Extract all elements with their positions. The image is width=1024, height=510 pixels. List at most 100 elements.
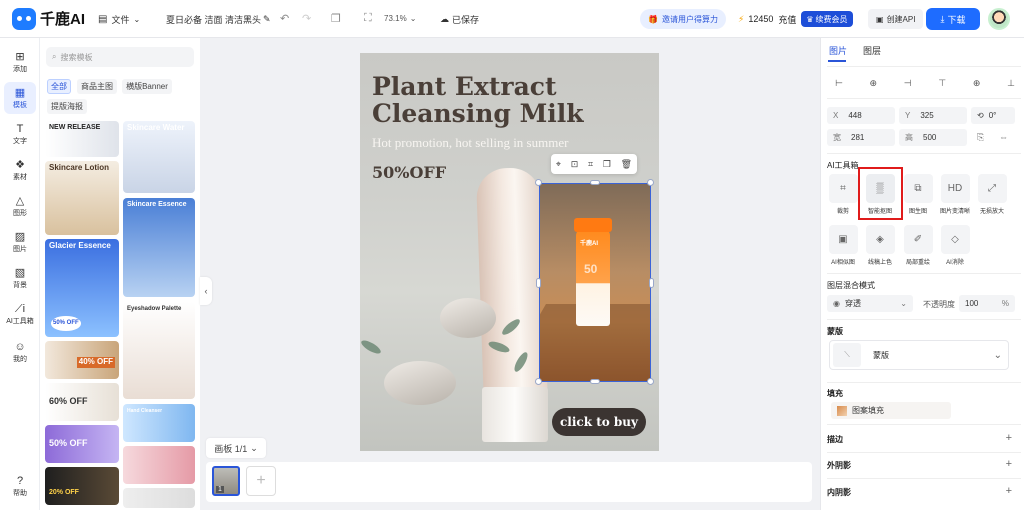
resize-handle-se[interactable] bbox=[647, 378, 654, 385]
tool-erase[interactable]: ◇ AI消除 bbox=[936, 225, 974, 266]
template-search[interactable]: ⌕ 搜索模板 bbox=[46, 47, 194, 67]
discount-text[interactable]: 50%OFF bbox=[372, 163, 446, 182]
chip-poster[interactable]: 提版海报 bbox=[47, 99, 87, 114]
align-left-icon[interactable]: ⊢ bbox=[835, 78, 843, 89]
resize-handle-nw[interactable] bbox=[535, 179, 542, 186]
tool-similar[interactable]: ▣ AI相似图 bbox=[824, 225, 862, 266]
nav-templates[interactable]: ▦ 模板 bbox=[4, 82, 36, 114]
selected-image[interactable]: 千鹿AI 50 bbox=[539, 183, 651, 382]
nav-help[interactable]: ? 帮助 bbox=[4, 470, 36, 502]
avatar[interactable] bbox=[988, 8, 1010, 30]
inner-shadow-title[interactable]: 内阴影 bbox=[827, 487, 851, 498]
zoom-control[interactable]: 73.1% ⌄ bbox=[384, 14, 416, 23]
resize-handle-w[interactable] bbox=[536, 278, 541, 288]
template-card[interactable]: 50% OFF bbox=[45, 425, 119, 463]
copy-icon[interactable]: ❐ bbox=[331, 12, 341, 25]
vip-button[interactable]: ♛ 续费会员 bbox=[801, 11, 853, 27]
crop-icon[interactable]: ⌗ bbox=[588, 159, 593, 170]
chip-product[interactable]: 商品主图 bbox=[77, 79, 117, 94]
add-page-button[interactable]: + bbox=[246, 466, 276, 496]
y-field[interactable]: Y 325 bbox=[899, 107, 967, 124]
divider bbox=[827, 153, 1021, 154]
mask-select[interactable]: ⟍ 蒙版 ⌄ bbox=[829, 340, 1009, 370]
tool-enhance[interactable]: HD 图片变清晰 bbox=[936, 174, 974, 215]
resize-handle-e[interactable] bbox=[649, 278, 654, 288]
template-card[interactable]: Skincare Water bbox=[123, 121, 195, 193]
tool-inpaint[interactable]: ✐ 局部重绘 bbox=[899, 225, 937, 266]
align-middle-v-icon[interactable]: ⊕ bbox=[973, 78, 981, 89]
add-inner-shadow-plus-icon[interactable]: + bbox=[1006, 485, 1012, 497]
redo-icon[interactable]: ↷ bbox=[302, 12, 311, 25]
nav-ai-toolbox[interactable]: ⟋i AI工具箱 bbox=[4, 298, 36, 330]
nav-background[interactable]: ▧ 背景 bbox=[4, 262, 36, 294]
trash-icon[interactable]: 🗑 bbox=[621, 159, 632, 170]
cta-button[interactable]: click to buy bbox=[552, 408, 646, 436]
lock-ratio-icon[interactable]: ⎘ bbox=[977, 132, 984, 143]
align-right-icon[interactable]: ⊣ bbox=[904, 78, 912, 89]
undo-icon[interactable]: ↶ bbox=[280, 12, 289, 25]
tool-crop[interactable]: ⌗ 裁剪 bbox=[824, 174, 862, 215]
doc-title[interactable]: 夏日必备 洁面 清洁黑头 ✎ bbox=[166, 13, 271, 26]
scan-icon[interactable]: ⊡ bbox=[571, 159, 579, 170]
product-tube[interactable] bbox=[475, 166, 549, 415]
headline[interactable]: Plant Extract Cleansing Milk bbox=[372, 73, 584, 127]
template-card[interactable]: 40% OFF bbox=[45, 341, 119, 379]
template-card[interactable] bbox=[123, 488, 195, 508]
template-card[interactable]: NEW RELEASE bbox=[45, 121, 119, 157]
collapse-panel-button[interactable]: ‹ bbox=[200, 277, 212, 305]
logo[interactable]: 千鹿AI bbox=[12, 7, 85, 30]
nav-shapes[interactable]: △ 图形 bbox=[4, 190, 36, 222]
nav-text[interactable]: T 文字 bbox=[4, 118, 36, 150]
template-card[interactable]: Eyeshadow Palette bbox=[123, 302, 195, 399]
tool-image-to-image[interactable]: ⧉ 图生图 bbox=[899, 174, 937, 215]
nav-mine[interactable]: ☺ 我的 bbox=[4, 336, 36, 368]
x-field[interactable]: X 448 bbox=[827, 107, 895, 124]
resize-handle-s[interactable] bbox=[590, 379, 600, 384]
height-field[interactable]: 高 500 bbox=[899, 129, 967, 146]
tool-upscale[interactable]: ⤢ 无损放大 bbox=[973, 174, 1011, 215]
template-card[interactable] bbox=[123, 446, 195, 484]
page-indicator[interactable]: 画板 1/1 ⌄ bbox=[206, 438, 266, 458]
add-stroke-plus-icon[interactable]: + bbox=[1006, 432, 1012, 444]
download-button[interactable]: ⤓ 下载 bbox=[926, 8, 980, 30]
file-menu[interactable]: ▤ 文件 ⌄ bbox=[98, 13, 140, 26]
nav-add[interactable]: ⊞ 添加 bbox=[4, 46, 36, 78]
nav-images[interactable]: ▨ 图片 bbox=[4, 226, 36, 258]
ai-cutout-icon[interactable]: ⌖ bbox=[556, 159, 561, 170]
stroke-title[interactable]: 描边 bbox=[827, 434, 843, 445]
align-top-icon[interactable]: ⊤ bbox=[938, 78, 946, 89]
fill-select[interactable]: 图案填充 bbox=[831, 402, 951, 419]
blend-mode-select[interactable]: ◉ 穿透 ⌄ bbox=[827, 295, 913, 312]
resize-handle-sw[interactable] bbox=[535, 378, 542, 385]
fullscreen-icon[interactable]: ⛶ bbox=[364, 12, 372, 25]
chip-all[interactable]: 全部 bbox=[47, 79, 71, 94]
tab-image[interactable]: 图片 bbox=[829, 44, 847, 57]
template-card[interactable]: 20% OFF bbox=[45, 467, 119, 505]
width-field[interactable]: 宽 281 bbox=[827, 129, 895, 146]
flip-icon[interactable]: ⇔ bbox=[999, 132, 1008, 142]
align-bottom-icon[interactable]: ⊥ bbox=[1007, 78, 1015, 89]
subline[interactable]: Hot promotion, hot selling in summer bbox=[372, 135, 568, 151]
align-center-h-icon[interactable]: ⊕ bbox=[870, 78, 878, 89]
tab-layers[interactable]: 图层 bbox=[863, 44, 881, 57]
create-api-button[interactable]: ▣ 创建API bbox=[868, 9, 924, 29]
nav-materials[interactable]: ❖ 素材 bbox=[4, 154, 36, 186]
opacity-field[interactable]: 100% bbox=[959, 295, 1015, 312]
resize-handle-n[interactable] bbox=[590, 180, 600, 185]
recharge-link[interactable]: 充值 bbox=[778, 13, 796, 26]
invite-button[interactable]: 🎁 邀请用户得算力 bbox=[640, 9, 726, 29]
credits-display[interactable]: ⚡ 12450 充值 ♛ 续费会员 bbox=[730, 9, 861, 29]
add-outer-shadow-plus-icon[interactable]: + bbox=[1006, 458, 1012, 470]
template-card[interactable]: Skincare Essence bbox=[123, 198, 195, 297]
template-card[interactable]: Hand Cleanser bbox=[123, 404, 195, 442]
template-card[interactable]: 60% OFF bbox=[45, 383, 119, 421]
chip-banner[interactable]: 横版Banner bbox=[122, 79, 172, 94]
outer-shadow-title[interactable]: 外阴影 bbox=[827, 460, 851, 471]
template-card[interactable]: Skincare Lotion bbox=[45, 161, 119, 235]
page-thumbnail[interactable]: 1 bbox=[212, 466, 240, 496]
tool-colorize[interactable]: ◈ 线稿上色 bbox=[861, 225, 899, 266]
resize-handle-ne[interactable] bbox=[647, 179, 654, 186]
duplicate-icon[interactable]: ❐ bbox=[603, 159, 611, 170]
template-card[interactable]: Glacier Essence 50% OFF bbox=[45, 239, 119, 337]
rotation-field[interactable]: ⟲ 0° bbox=[971, 107, 1015, 124]
